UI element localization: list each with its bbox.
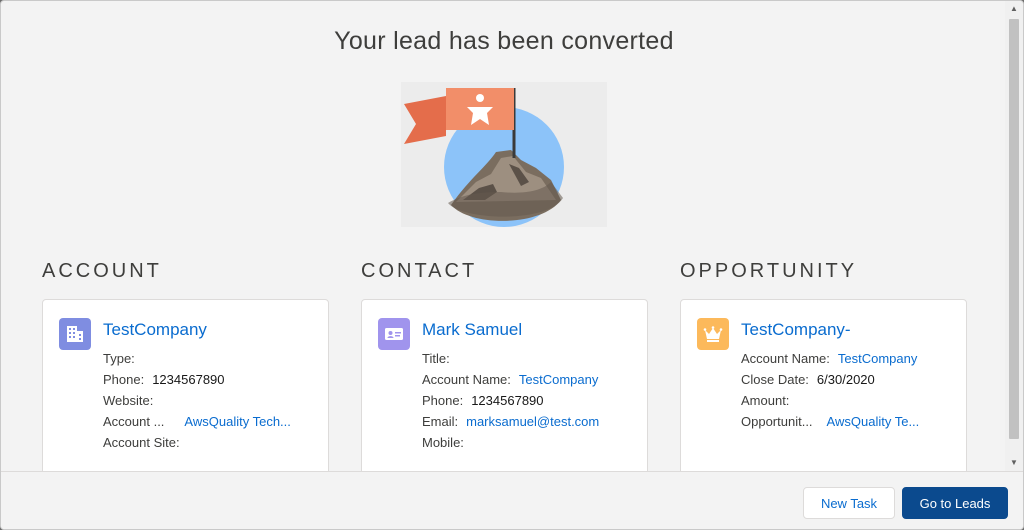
contact-field-email: Email: marksamuel@test.com (422, 411, 599, 432)
opportunity-crown-icon (697, 318, 729, 350)
account-field-type: Type: (103, 351, 135, 366)
contact-email-link[interactable]: marksamuel@test.com (466, 411, 599, 432)
account-field-site: Account Site: (103, 435, 180, 450)
go-to-leads-button[interactable]: Go to Leads (902, 487, 1008, 519)
account-field-phone: Phone: 1234567890 (103, 372, 225, 387)
opportunity-fields: Account Name: TestCompany Close Date: 6/30… (741, 348, 919, 432)
account-field-owner: Account ... AwsQuality Tech... (103, 411, 291, 432)
account-owner-link[interactable]: AwsQuality Tech... (184, 411, 290, 432)
account-section-label: ACCOUNT (42, 260, 162, 282)
contact-name-link[interactable]: Mark Samuel (422, 320, 522, 340)
account-building-icon (59, 318, 91, 350)
modal-footer: New Task Go to Leads (1, 471, 1023, 529)
account-name-link[interactable]: TestCompany (103, 320, 207, 340)
account-field-website: Website: (103, 393, 154, 408)
new-task-button[interactable]: New Task (803, 487, 895, 519)
opportunity-card: TestCompany- Account Name: TestCompany Cl… (680, 299, 967, 471)
opportunity-field-close-date: Close Date: 6/30/2020 (741, 372, 875, 387)
contact-fields: Title: Account Name: TestCompany Phone: 12… (422, 348, 599, 453)
contact-field-account-name: Account Name: TestCompany (422, 369, 599, 390)
contact-card-icon (378, 318, 410, 350)
contact-section-label: CONTACT (361, 260, 478, 282)
account-fields: Type: Phone: 1234567890 Website: Account … (103, 348, 291, 453)
contact-field-mobile: Mobile: (422, 435, 464, 450)
convert-lead-modal: Your lead has been converted ACCOUNT Tes… (0, 0, 1024, 530)
opportunity-owner-link[interactable]: AwsQuality Te... (827, 411, 920, 432)
modal-title: Your lead has been converted (334, 27, 674, 55)
opportunity-name-link[interactable]: TestCompany- (741, 320, 851, 340)
opportunity-section-label: OPPORTUNITY (680, 260, 858, 282)
account-card: TestCompany Type: Phone: 1234567890 Websi… (42, 299, 329, 471)
contact-card: Mark Samuel Title: Account Name: TestComp… (361, 299, 648, 471)
scroll-up-arrow-icon[interactable]: ▲ (1005, 1, 1023, 17)
contact-field-phone: Phone: 1234567890 (422, 393, 544, 408)
scroll-down-arrow-icon[interactable]: ▼ (1005, 455, 1023, 471)
opportunity-field-owner: Opportunit... AwsQuality Te... (741, 411, 919, 432)
modal-scrollbar[interactable]: ▲ ▼ (1005, 1, 1023, 471)
mountain-flag-illustration (401, 82, 607, 227)
scroll-thumb[interactable] (1009, 19, 1019, 439)
opportunity-account-link[interactable]: TestCompany (838, 348, 917, 369)
opportunity-field-amount: Amount: (741, 393, 790, 408)
contact-account-link[interactable]: TestCompany (519, 369, 598, 390)
modal-body: Your lead has been converted ACCOUNT Tes… (1, 1, 1007, 471)
opportunity-field-account-name: Account Name: TestCompany (741, 348, 919, 369)
contact-field-title: Title: (422, 351, 450, 366)
